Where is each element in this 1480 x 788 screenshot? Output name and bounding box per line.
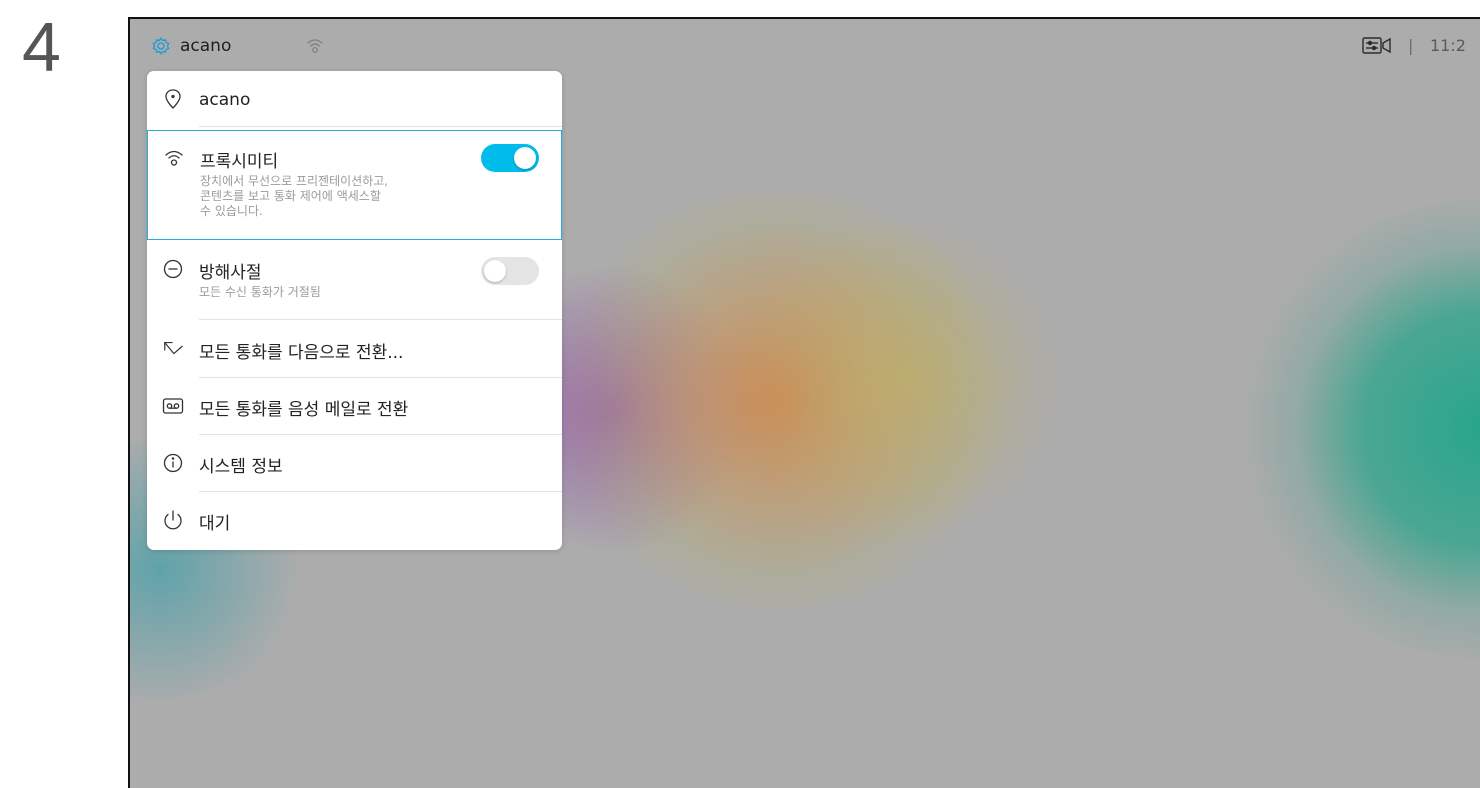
power-icon (164, 510, 182, 530)
divider (199, 126, 562, 127)
proximity-description: 장치에서 무선으로 프리젠테이션하고, 콘텐츠를 보고 통화 제어에 액세스할 … (200, 174, 389, 218)
step-number: 4 (22, 8, 61, 86)
system-info-label: 시스템 정보 (199, 457, 283, 477)
voicemail-icon (162, 398, 184, 414)
separator: | (1408, 36, 1414, 55)
menu-item-forward-calls[interactable]: 모든 통화를 다음으로 전환... (147, 321, 562, 378)
menu-item-voicemail[interactable]: 모든 통화를 음성 메일로 전환 (147, 378, 562, 435)
menu-item-standby[interactable]: 대기 (147, 492, 562, 549)
device-screen: acano | 11:2 acano 프록시미티 장치에서 무선으로 프리젠테이… (128, 17, 1480, 788)
camera-icon[interactable] (1362, 36, 1392, 56)
divider (199, 319, 562, 320)
status-bar: acano | 11:2 (130, 19, 1480, 67)
proximity-toggle[interactable] (481, 144, 539, 172)
gear-icon[interactable] (150, 35, 172, 57)
voicemail-label: 모든 통화를 음성 메일로 전환 (199, 400, 409, 420)
minus-circle-icon (163, 259, 183, 279)
background-blob (730, 219, 1070, 539)
dnd-toggle[interactable] (481, 257, 539, 285)
forward-label: 모든 통화를 다음으로 전환... (199, 343, 404, 363)
toggle-knob (484, 260, 506, 282)
info-icon (163, 453, 183, 473)
menu-item-proximity[interactable]: 프록시미티 장치에서 무선으로 프리젠테이션하고, 콘텐츠를 보고 통화 제어에… (147, 130, 562, 240)
device-name[interactable]: acano (180, 36, 231, 56)
clock: 11:2 (1430, 36, 1466, 55)
standby-label: 대기 (199, 514, 231, 534)
menu-item-system-info[interactable]: 시스템 정보 (147, 435, 562, 492)
menu-item-location: acano (147, 71, 562, 127)
menu-item-do-not-disturb[interactable]: 방해사절 모든 수신 통화가 거절됨 (147, 244, 562, 320)
proximity-label: 프록시미티 (200, 152, 279, 172)
location-pin-icon (165, 89, 181, 109)
background-blob (1240, 199, 1480, 659)
proximity-icon (165, 150, 183, 166)
toggle-knob (514, 147, 536, 169)
settings-menu: acano 프록시미티 장치에서 무선으로 프리젠테이션하고, 콘텐츠를 보고 … (147, 71, 562, 550)
dnd-label: 방해사절 (199, 263, 262, 283)
dnd-description: 모든 수신 통화가 거절됨 (199, 285, 321, 299)
location-label: acano (199, 90, 251, 110)
proximity-icon (307, 39, 323, 53)
forward-arrow-icon (164, 341, 183, 355)
